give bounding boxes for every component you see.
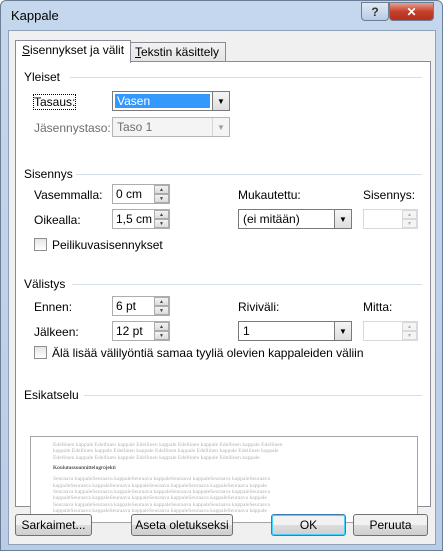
triangle-down-icon[interactable]: ▼ xyxy=(154,194,169,203)
no-space-same-style-checkbox[interactable] xyxy=(34,346,47,359)
chevron-down-icon[interactable]: ▼ xyxy=(334,322,351,340)
space-before-value: 6 pt xyxy=(116,299,137,313)
mirror-indents-checkbox[interactable] xyxy=(34,238,47,251)
close-button[interactable]: ✕ xyxy=(389,2,434,21)
special-indent-label: Mukautettu: xyxy=(238,188,301,202)
alignment-value: Vasen xyxy=(115,94,210,108)
triangle-down-icon[interactable]: ▼ xyxy=(154,219,169,228)
special-indent-select[interactable]: (ei mitään) ▼ xyxy=(238,209,352,229)
spacing-heading: Välistys xyxy=(24,277,66,291)
left-indent-value: 0 cm xyxy=(116,187,143,201)
dialog-body: Sisennykset ja välit Tekstin käsittely Y… xyxy=(8,30,436,545)
triangle-down-icon[interactable]: ▼ xyxy=(154,306,169,315)
triangle-down-icon[interactable]: ▼ xyxy=(154,331,169,340)
tabs-button[interactable]: Sarkaimet... xyxy=(15,514,92,536)
no-space-same-style-label: Älä lisää välilyöntiä samaa tyyliä olevi… xyxy=(52,346,364,360)
space-before-input[interactable]: 6 pt ▲ ▼ xyxy=(112,296,170,316)
divider xyxy=(84,395,422,396)
paragraph-dialog: Kappale ? ✕ Sisennykset ja välit Tekstin… xyxy=(0,0,443,551)
indent-by-label: Sisennys: xyxy=(363,188,416,202)
triangle-up-icon[interactable]: ▲ xyxy=(154,297,169,306)
help-button[interactable]: ? xyxy=(361,2,389,21)
set-as-default-label: Aseta oletukseksi xyxy=(135,518,229,532)
line-spacing-label: Riviväli: xyxy=(238,300,280,314)
outline-level-value: Taso 1 xyxy=(117,120,153,134)
outline-level-select[interactable]: Taso 1 ▼ xyxy=(112,117,230,137)
cancel-button[interactable]: Peruuta xyxy=(353,514,428,536)
line-spacing-at-label: Mitta: xyxy=(363,300,393,314)
line-spacing-at-input[interactable]: ▲ ▼ xyxy=(363,321,418,341)
triangle-up-icon: ▲ xyxy=(402,322,417,331)
right-indent-value: 1,5 cm xyxy=(116,212,153,226)
tab-access-key: S xyxy=(22,43,31,57)
special-indent-value: (ei mitään) xyxy=(243,212,300,226)
alignment-select[interactable]: Vasen ▼ xyxy=(112,91,230,111)
triangle-up-icon[interactable]: ▲ xyxy=(154,322,169,331)
title-bar[interactable]: Kappale ? ✕ xyxy=(1,1,442,31)
divider xyxy=(76,174,422,175)
space-after-value: 12 pt xyxy=(116,324,143,338)
preview-current-paragraph: Koulutussuunnittelugrojekti xyxy=(53,465,116,472)
space-before-label: Ennen: xyxy=(34,300,73,314)
chevron-down-icon[interactable]: ▼ xyxy=(212,92,229,110)
line-spacing-select[interactable]: 1 ▼ xyxy=(238,321,352,341)
triangle-up-icon[interactable]: ▲ xyxy=(154,185,169,194)
tabs-button-label: Sarkaimet... xyxy=(21,518,86,532)
tab-label: isennykset ja välit xyxy=(30,43,125,57)
cancel-label: Peruuta xyxy=(369,518,412,532)
space-after-input[interactable]: 12 pt ▲ ▼ xyxy=(112,321,170,341)
divider xyxy=(70,77,422,78)
tab-panel: Yleiset Tasaus: Vasen ▼ Jäsennystaso: Ta… xyxy=(15,61,431,523)
tab-indents-and-spacing[interactable]: Sisennykset ja välit xyxy=(15,40,132,63)
indentation-heading: Sisennys xyxy=(24,167,73,181)
tab-label: ekstin käsittely xyxy=(141,45,220,59)
triangle-up-icon: ▲ xyxy=(402,210,417,219)
triangle-down-icon: ▼ xyxy=(402,219,417,228)
chevron-down-icon[interactable]: ▼ xyxy=(334,210,351,228)
right-indent-label: Oikealla: xyxy=(34,213,81,227)
general-heading: Yleiset xyxy=(24,70,61,84)
divider xyxy=(72,284,422,285)
triangle-down-icon: ▼ xyxy=(402,331,417,340)
tab-line-and-page-breaks[interactable]: Tekstin käsittely xyxy=(128,42,227,62)
preview-heading: Esikatselu xyxy=(24,388,79,402)
outline-level-label: Jäsennystaso: xyxy=(34,121,111,135)
space-after-label: Jälkeen: xyxy=(34,325,79,339)
alignment-label: Tasaus: xyxy=(32,94,77,110)
preview-previous-line: Edellinen kappale Edellinen kappale Edel… xyxy=(53,454,260,461)
left-indent-label: Vasemmalla: xyxy=(34,188,103,202)
right-indent-input[interactable]: 1,5 cm ▲ ▼ xyxy=(112,209,170,229)
ok-label: OK xyxy=(299,518,318,532)
paragraph-preview: Edellinen kappale Edellinen kappale Edel… xyxy=(30,436,418,523)
help-icon: ? xyxy=(371,4,379,19)
mirror-indents-label: Peilikuvasisennykset xyxy=(52,238,163,252)
chevron-down-icon: ▼ xyxy=(212,118,229,136)
indent-by-input[interactable]: ▲ ▼ xyxy=(363,209,418,229)
triangle-up-icon[interactable]: ▲ xyxy=(154,210,169,219)
left-indent-input[interactable]: 0 cm ▲ ▼ xyxy=(112,184,170,204)
alignment-label-text: Tasaus: xyxy=(32,94,77,110)
close-icon: ✕ xyxy=(406,4,417,19)
set-as-default-button[interactable]: Aseta oletukseksi xyxy=(131,514,233,536)
line-spacing-value: 1 xyxy=(243,324,250,338)
dialog-title: Kappale xyxy=(11,8,59,23)
ok-button[interactable]: OK xyxy=(271,514,346,536)
